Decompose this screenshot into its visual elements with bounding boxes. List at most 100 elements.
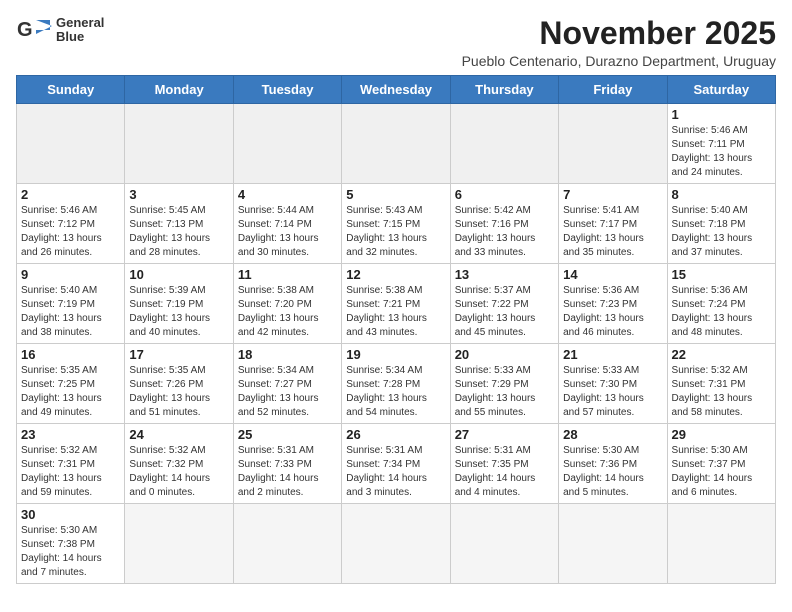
day-number: 8 xyxy=(672,187,771,202)
week-row-6: 30 Sunrise: 5:30 AM Sunset: 7:38 PM Dayli… xyxy=(17,504,776,584)
calendar-cell: 22Sunrise: 5:32 AM Sunset: 7:31 PM Dayli… xyxy=(667,344,775,424)
day-info: Sunrise: 5:34 AM Sunset: 7:28 PM Dayligh… xyxy=(346,364,445,420)
day-info: Sunrise: 5:31 AM Sunset: 7:35 PM Dayligh… xyxy=(455,444,554,500)
weekday-header-monday: Monday xyxy=(125,76,233,104)
subtitle: Pueblo Centenario, Durazno Department, U… xyxy=(462,53,776,69)
day-number: 13 xyxy=(455,267,554,282)
day-info: Sunrise: 5:44 AM Sunset: 7:14 PM Dayligh… xyxy=(238,204,337,260)
calendar-cell: 19 Sunrise: 5:34 AM Sunset: 7:28 PM Dayli… xyxy=(342,344,450,424)
calendar-cell: 9Sunrise: 5:40 AM Sunset: 7:19 PM Daylig… xyxy=(17,264,125,344)
calendar-cell: 7 Sunrise: 5:41 AM Sunset: 7:17 PM Daylig… xyxy=(559,184,667,264)
day-info: Sunrise: 5:46 AM Sunset: 7:12 PM Dayligh… xyxy=(21,204,120,260)
calendar-cell: 25 Sunrise: 5:31 AM Sunset: 7:33 PM Dayli… xyxy=(233,424,341,504)
calendar-cell: 13 Sunrise: 5:37 AM Sunset: 7:22 PM Dayli… xyxy=(450,264,558,344)
calendar-cell: 21 Sunrise: 5:33 AM Sunset: 7:30 PM Dayli… xyxy=(559,344,667,424)
weekday-header-sunday: Sunday xyxy=(17,76,125,104)
calendar-table: SundayMondayTuesdayWednesdayThursdayFrid… xyxy=(16,75,776,584)
day-number: 2 xyxy=(21,187,120,202)
calendar-cell: 15 Sunrise: 5:36 AM Sunset: 7:24 PM Dayli… xyxy=(667,264,775,344)
day-info: Sunrise: 5:35 AM Sunset: 7:25 PM Dayligh… xyxy=(21,364,120,420)
logo-line1: General xyxy=(56,16,104,30)
logo: G General Blue xyxy=(16,16,104,45)
day-number: 9 xyxy=(21,267,120,282)
day-number: 3 xyxy=(129,187,228,202)
day-info: Sunrise: 5:36 AM Sunset: 7:24 PM Dayligh… xyxy=(672,284,771,340)
day-info: Sunrise: 5:38 AM Sunset: 7:20 PM Dayligh… xyxy=(238,284,337,340)
calendar-cell xyxy=(559,504,667,584)
day-number: 19 xyxy=(346,347,445,362)
day-number: 14 xyxy=(563,267,662,282)
day-info: Sunrise: 5:43 AM Sunset: 7:15 PM Dayligh… xyxy=(346,204,445,260)
day-info: Sunrise: 5:39 AM Sunset: 7:19 PM Dayligh… xyxy=(129,284,228,340)
calendar-cell: 20 Sunrise: 5:33 AM Sunset: 7:29 PM Dayli… xyxy=(450,344,558,424)
day-info: Sunrise: 5:30 AM Sunset: 7:38 PM Dayligh… xyxy=(21,524,120,580)
day-number: 25 xyxy=(238,427,337,442)
week-row-3: 9Sunrise: 5:40 AM Sunset: 7:19 PM Daylig… xyxy=(17,264,776,344)
day-number: 5 xyxy=(346,187,445,202)
calendar-cell: 27Sunrise: 5:31 AM Sunset: 7:35 PM Dayli… xyxy=(450,424,558,504)
day-number: 30 xyxy=(21,507,120,522)
svg-text:G: G xyxy=(17,19,33,41)
header: G General Blue November 2025 Pueblo Cent… xyxy=(16,16,776,69)
weekday-header-tuesday: Tuesday xyxy=(233,76,341,104)
calendar-cell: 1 Sunrise: 5:46 AM Sunset: 7:11 PM Daylig… xyxy=(667,104,775,184)
day-number: 20 xyxy=(455,347,554,362)
calendar-cell: 24Sunrise: 5:32 AM Sunset: 7:32 PM Dayli… xyxy=(125,424,233,504)
calendar-cell: 12 Sunrise: 5:38 AM Sunset: 7:21 PM Dayli… xyxy=(342,264,450,344)
calendar-cell xyxy=(450,504,558,584)
calendar-cell: 16Sunrise: 5:35 AM Sunset: 7:25 PM Dayli… xyxy=(17,344,125,424)
week-row-2: 2 Sunrise: 5:46 AM Sunset: 7:12 PM Daylig… xyxy=(17,184,776,264)
day-info: Sunrise: 5:31 AM Sunset: 7:34 PM Dayligh… xyxy=(346,444,445,500)
day-info: Sunrise: 5:33 AM Sunset: 7:29 PM Dayligh… xyxy=(455,364,554,420)
day-info: Sunrise: 5:38 AM Sunset: 7:21 PM Dayligh… xyxy=(346,284,445,340)
day-info: Sunrise: 5:31 AM Sunset: 7:33 PM Dayligh… xyxy=(238,444,337,500)
day-info: Sunrise: 5:45 AM Sunset: 7:13 PM Dayligh… xyxy=(129,204,228,260)
logo-line2: Blue xyxy=(56,30,104,44)
day-info: Sunrise: 5:32 AM Sunset: 7:31 PM Dayligh… xyxy=(21,444,120,500)
calendar-cell xyxy=(125,504,233,584)
calendar-cell: 29Sunrise: 5:30 AM Sunset: 7:37 PM Dayli… xyxy=(667,424,775,504)
day-number: 22 xyxy=(672,347,771,362)
calendar-cell xyxy=(342,504,450,584)
day-number: 24 xyxy=(129,427,228,442)
day-info: Sunrise: 5:42 AM Sunset: 7:16 PM Dayligh… xyxy=(455,204,554,260)
day-info: Sunrise: 5:41 AM Sunset: 7:17 PM Dayligh… xyxy=(563,204,662,260)
day-info: Sunrise: 5:40 AM Sunset: 7:18 PM Dayligh… xyxy=(672,204,771,260)
day-info: Sunrise: 5:30 AM Sunset: 7:37 PM Dayligh… xyxy=(672,444,771,500)
day-info: Sunrise: 5:34 AM Sunset: 7:27 PM Dayligh… xyxy=(238,364,337,420)
weekday-header-friday: Friday xyxy=(559,76,667,104)
day-info: Sunrise: 5:35 AM Sunset: 7:26 PM Dayligh… xyxy=(129,364,228,420)
calendar-cell: 26Sunrise: 5:31 AM Sunset: 7:34 PM Dayli… xyxy=(342,424,450,504)
calendar-cell: 6Sunrise: 5:42 AM Sunset: 7:16 PM Daylig… xyxy=(450,184,558,264)
calendar-cell xyxy=(450,104,558,184)
day-info: Sunrise: 5:46 AM Sunset: 7:11 PM Dayligh… xyxy=(672,124,771,180)
calendar-cell xyxy=(233,104,341,184)
day-number: 1 xyxy=(672,107,771,122)
day-number: 21 xyxy=(563,347,662,362)
day-number: 15 xyxy=(672,267,771,282)
day-number: 11 xyxy=(238,267,337,282)
calendar-cell xyxy=(559,104,667,184)
day-info: Sunrise: 5:36 AM Sunset: 7:23 PM Dayligh… xyxy=(563,284,662,340)
day-number: 18 xyxy=(238,347,337,362)
calendar-cell xyxy=(233,504,341,584)
weekday-header-saturday: Saturday xyxy=(667,76,775,104)
day-info: Sunrise: 5:30 AM Sunset: 7:36 PM Dayligh… xyxy=(563,444,662,500)
logo-icon: G xyxy=(16,16,52,44)
calendar-cell: 3 Sunrise: 5:45 AM Sunset: 7:13 PM Daylig… xyxy=(125,184,233,264)
day-number: 28 xyxy=(563,427,662,442)
calendar-cell: 28 Sunrise: 5:30 AM Sunset: 7:36 PM Dayli… xyxy=(559,424,667,504)
calendar-cell: 2 Sunrise: 5:46 AM Sunset: 7:12 PM Daylig… xyxy=(17,184,125,264)
calendar-cell xyxy=(125,104,233,184)
day-number: 17 xyxy=(129,347,228,362)
calendar-cell: 11 Sunrise: 5:38 AM Sunset: 7:20 PM Dayli… xyxy=(233,264,341,344)
weekday-header-thursday: Thursday xyxy=(450,76,558,104)
day-number: 10 xyxy=(129,267,228,282)
month-title: November 2025 xyxy=(462,16,776,51)
day-number: 12 xyxy=(346,267,445,282)
logo-text: General Blue xyxy=(56,16,104,45)
day-info: Sunrise: 5:37 AM Sunset: 7:22 PM Dayligh… xyxy=(455,284,554,340)
calendar-cell: 10 Sunrise: 5:39 AM Sunset: 7:19 PM Dayli… xyxy=(125,264,233,344)
day-info: Sunrise: 5:33 AM Sunset: 7:30 PM Dayligh… xyxy=(563,364,662,420)
day-number: 7 xyxy=(563,187,662,202)
